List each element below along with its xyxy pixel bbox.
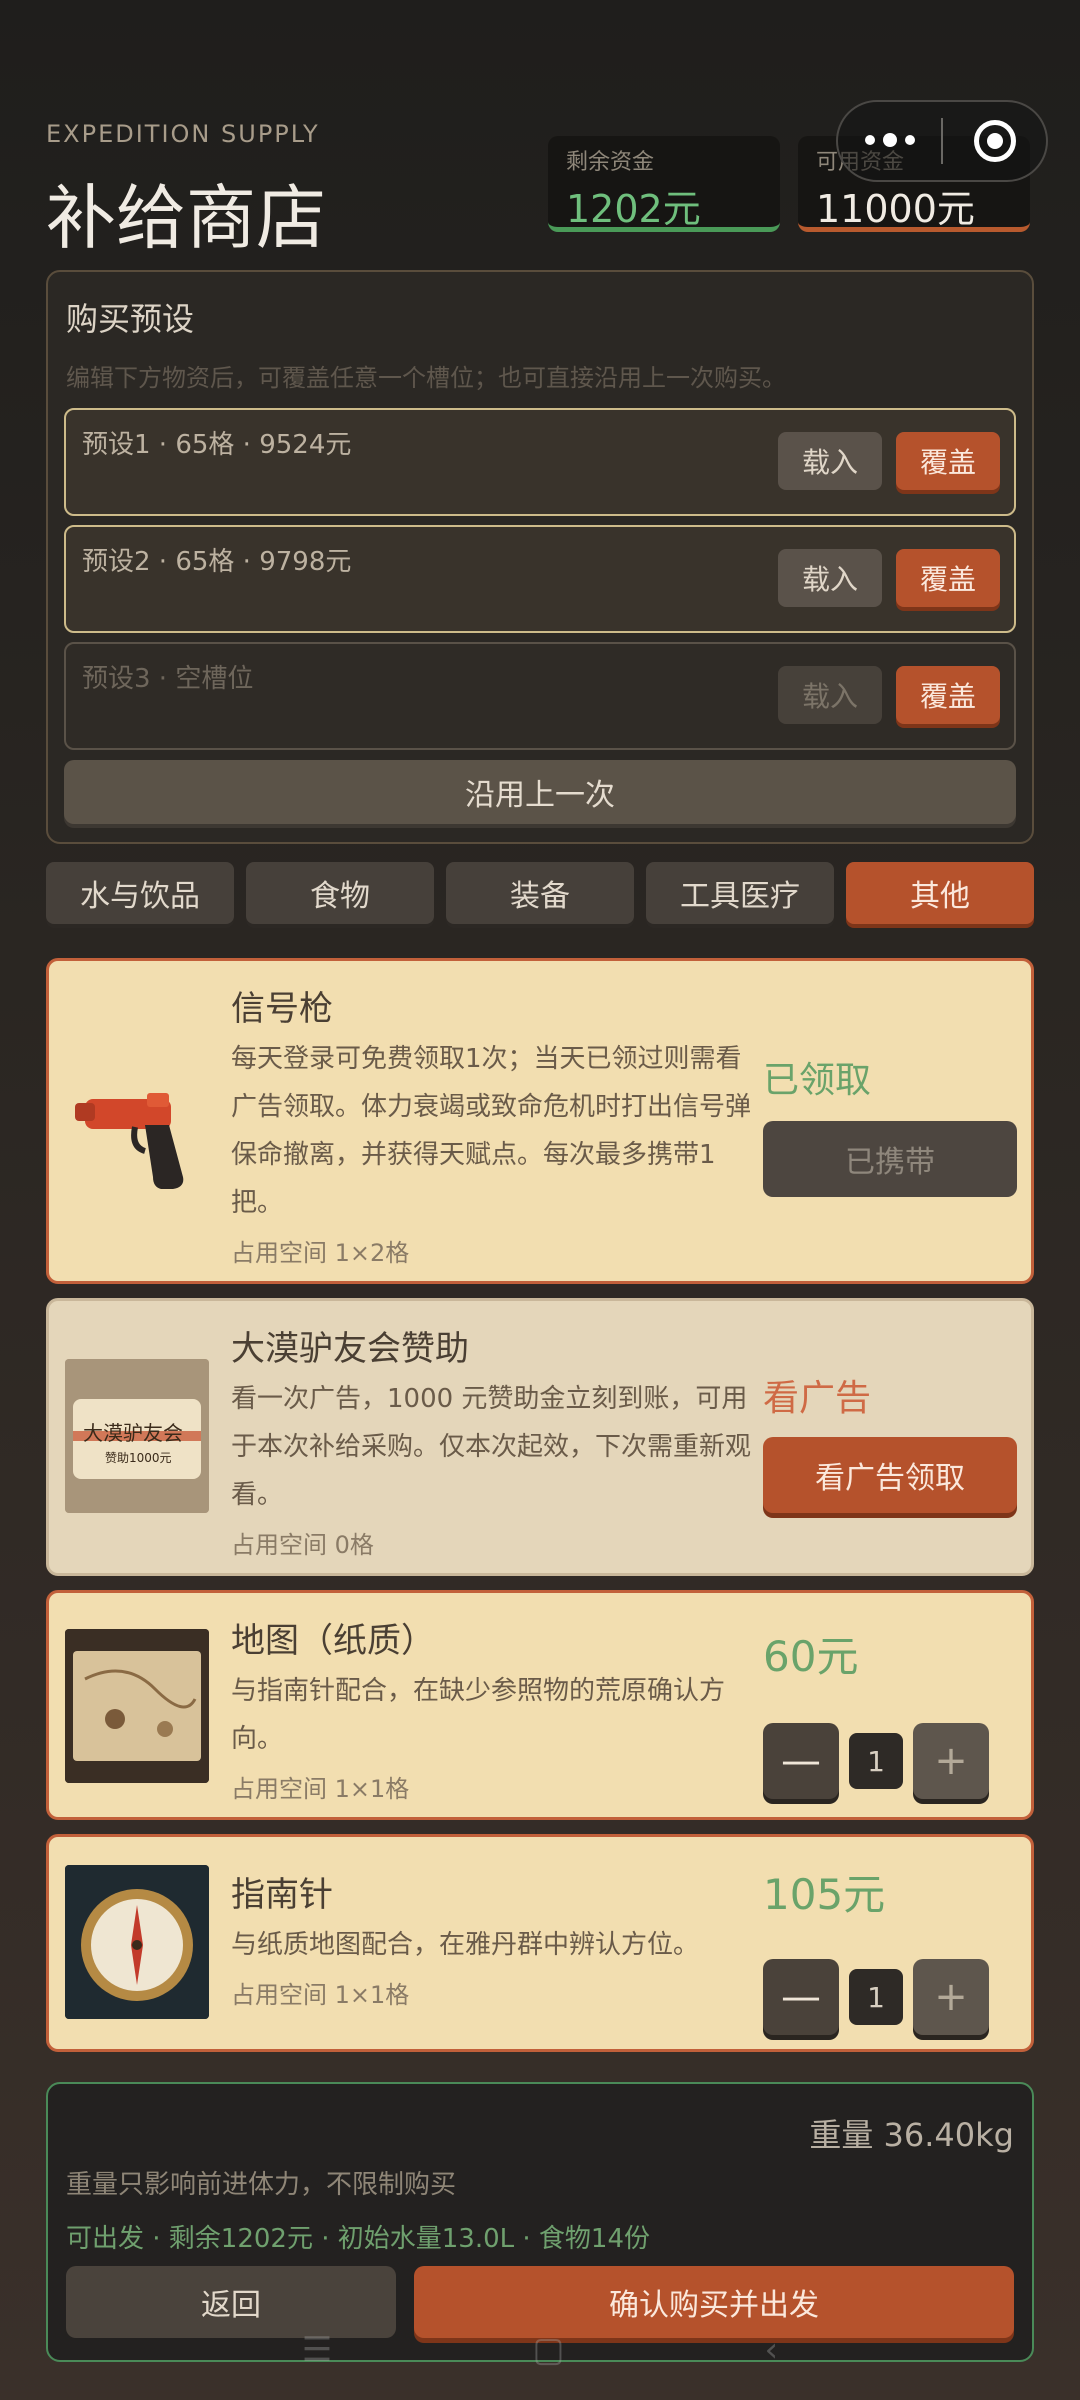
presets-hint: 编辑下方物资后，可覆盖任意一个槽位；也可直接沿用上一次购买。 [66,364,786,392]
remaining-funds-label: 剩余资金 [566,150,655,175]
miniprogram-capsule [836,100,1048,182]
tab-tools-medical[interactable]: 工具医疗 [646,862,834,924]
total-weight: 重量 36.40kg [809,2116,1014,2154]
paper-map-image [65,1629,209,1783]
page-title: 补给商店 [46,177,326,259]
carried-button: 已携带 [763,1121,1017,1197]
item-space: 占用空间 1×1格 [231,1775,410,1803]
sponsor-thumb-sub: 赞助1000元 [105,1451,172,1465]
item-price: 105元 [763,1870,886,1919]
item-name: 信号枪 [231,989,333,1029]
item-status: 已领取 [763,1060,872,1101]
overwrite-preset-button[interactable]: 覆盖 [896,432,1000,490]
preset-slot-info: 预设1 · 65格 · 9524元 [82,430,352,460]
back-nav-icon[interactable]: ‹ [765,2330,779,2370]
available-funds-value: 11000元 [816,187,975,231]
tab-other[interactable]: 其他 [846,862,1034,924]
departure-stats: 可出发 · 剩余1202元 · 初始水量13.0L · 食物14份 [66,2224,651,2254]
decrease-button[interactable]: — [763,1723,839,1799]
preset-slot-3: 预设3 · 空槽位 载入 覆盖 [64,642,1016,750]
load-preset-button[interactable]: 载入 [778,432,882,490]
quantity-value: 1 [849,1969,903,2025]
home-nav-icon[interactable]: ▢ [532,2330,564,2370]
item-description: 与纸质地图配合，在雅丹群中辨认方位。 [231,1930,700,1960]
system-nav-bar: ☰ ▢ ‹ [0,2330,1080,2370]
preset-slot-2: 预设2 · 65格 · 9798元 载入 覆盖 [64,525,1016,633]
reuse-last-button[interactable]: 沿用上一次 [64,760,1016,824]
quantity-stepper: — 1 + [763,1959,989,2035]
item-name: 大漠驴友会赞助 [231,1329,469,1369]
item-description: 与指南针配合，在缺少参照物的荒原确认方向。 [231,1676,726,1754]
item-card-sponsor: 大漠驴友会 赞助1000元 大漠驴友会赞助 看一次广告，1000 元赞助金立刻到… [46,1298,1034,1576]
load-preset-button: 载入 [778,666,882,724]
item-description: 看一次广告，1000 元赞助金立刻到账，可用于本次补给采购。仅本次起效，下次需重… [231,1384,752,1510]
close-target-icon[interactable] [943,120,1046,162]
back-button[interactable]: 返回 [66,2266,396,2338]
load-preset-button[interactable]: 载入 [778,549,882,607]
preset-slot-info: 预设2 · 65格 · 9798元 [82,547,352,577]
presets-title: 购买预设 [66,300,195,338]
tab-food[interactable]: 食物 [246,862,434,924]
item-space: 占用空间 1×1格 [231,1981,410,2009]
item-space: 占用空间 0格 [231,1531,374,1559]
sponsor-envelope-image: 大漠驴友会 赞助1000元 [65,1359,209,1513]
item-status: 看广告 [763,1378,872,1419]
remaining-funds-value: 1202元 [566,187,701,231]
weight-note: 重量只影响前进体力，不限制购买 [66,2170,457,2200]
menu-nav-icon[interactable]: ☰ [302,2330,332,2370]
quantity-value: 1 [849,1733,903,1789]
sponsor-thumb-title: 大漠驴友会 [83,1421,183,1445]
confirm-depart-button[interactable]: 确认购买并出发 [414,2266,1014,2338]
quantity-stepper: — 1 + [763,1723,989,1799]
flare-gun-icon [65,1047,209,1201]
tab-equipment[interactable]: 装备 [446,862,634,924]
overwrite-preset-button[interactable]: 覆盖 [896,549,1000,607]
preset-slot-1: 预设1 · 65格 · 9524元 载入 覆盖 [64,408,1016,516]
watch-ad-button[interactable]: 看广告领取 [763,1437,1017,1513]
item-space: 占用空间 1×2格 [231,1239,410,1267]
page-subtitle: EXPEDITION SUPPLY [46,120,320,148]
item-description: 每天登录可免费领取1次；当天已领过则需看广告领取。体力衰竭或致命危机时打出信号弹… [231,1044,752,1218]
decrease-button[interactable]: — [763,1959,839,2035]
category-tabs: 水与饮品 食物 装备 工具医疗 其他 [46,862,1034,924]
item-card-flare-gun: 信号枪 每天登录可免费领取1次；当天已领过则需看广告领取。体力衰竭或致命危机时打… [46,958,1034,1284]
item-name: 指南针 [231,1875,333,1915]
purchase-summary: 重量 36.40kg 重量只影响前进体力，不限制购买 可出发 · 剩余1202元… [46,2082,1034,2362]
remaining-funds: 剩余资金 1202元 [548,136,780,232]
item-card-compass: 指南针 与纸质地图配合，在雅丹群中辨认方位。 占用空间 1×1格 105元 — … [46,1834,1034,2052]
purchase-presets-panel: 购买预设 编辑下方物资后，可覆盖任意一个槽位；也可直接沿用上一次购买。 预设1 … [46,270,1034,844]
more-icon[interactable] [838,133,941,147]
item-name: 地图（纸质） [231,1621,435,1661]
page-header: EXPEDITION SUPPLY 补给商店 [46,120,326,263]
increase-button[interactable]: + [913,1723,989,1799]
compass-image [65,1865,209,2019]
overwrite-preset-button[interactable]: 覆盖 [896,666,1000,724]
preset-slot-info: 预设3 · 空槽位 [82,664,254,694]
item-price: 60元 [763,1632,859,1681]
tab-water[interactable]: 水与饮品 [46,862,234,924]
increase-button[interactable]: + [913,1959,989,2035]
item-card-map: 地图（纸质） 与指南针配合，在缺少参照物的荒原确认方向。 占用空间 1×1格 6… [46,1590,1034,1820]
